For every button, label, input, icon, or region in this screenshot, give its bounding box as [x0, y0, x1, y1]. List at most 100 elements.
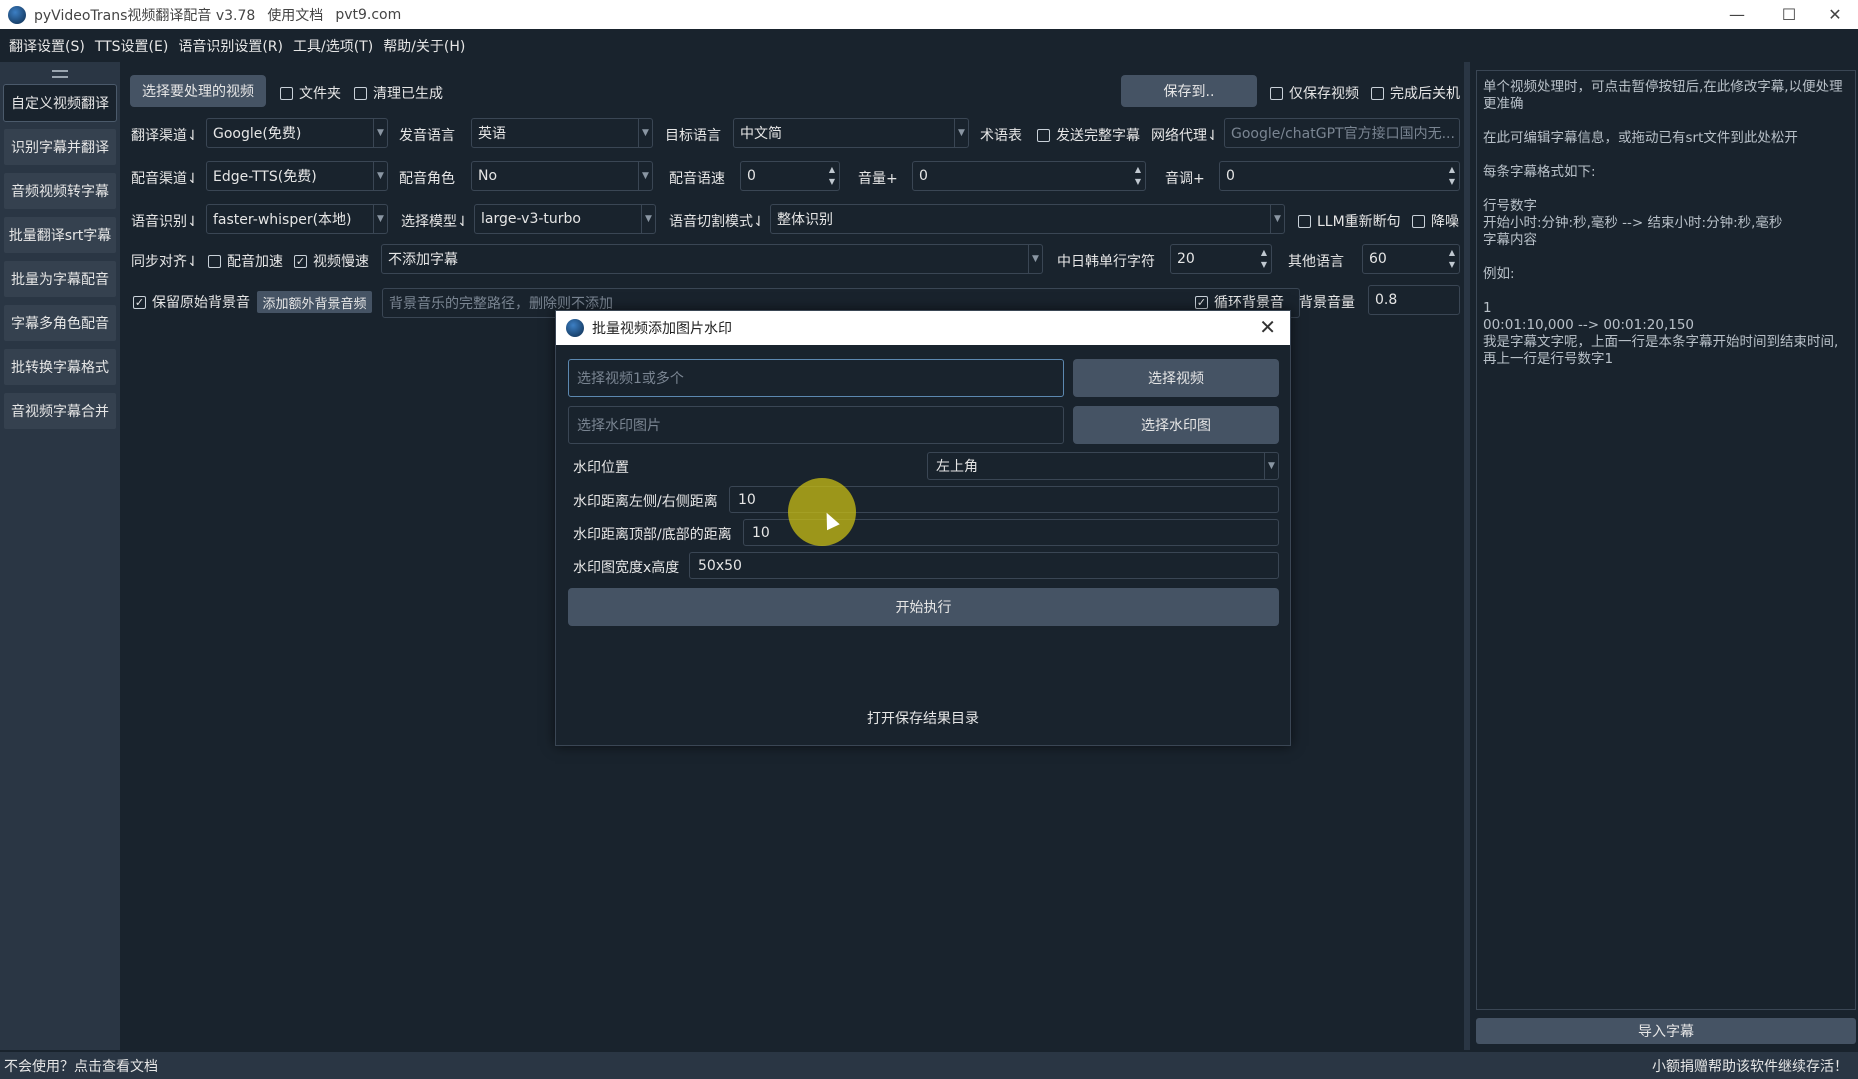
chevron-down-icon: ▼: [373, 162, 387, 190]
sync-align-label[interactable]: 同步对齐⇃: [131, 251, 199, 271]
checkbox-icon: [1371, 86, 1384, 100]
pitch-label: 音调+: [1165, 171, 1205, 187]
sidebar-item-recognize-translate[interactable]: 识别字幕并翻译: [3, 128, 117, 166]
keep-bg-checkbox[interactable]: ✓ 保留原始背景音: [133, 292, 250, 312]
cjk-chars-spinbox[interactable]: 20 ▲ ▼: [1170, 244, 1272, 274]
chevron-down-icon: ▼: [638, 119, 652, 147]
model-label[interactable]: 选择模型⇃: [401, 211, 469, 231]
size-label: 水印图宽度x高度: [573, 560, 680, 576]
menu-asr-settings[interactable]: 语音识别设置(R): [173, 36, 288, 56]
select-video-button[interactable]: 选择视频: [1073, 359, 1279, 397]
help-text: 1 00:01:10,000 --> 00:01:20,150 我是字幕文字呢，…: [1483, 300, 1839, 367]
subtitle-editor[interactable]: 单个视频处理时，可点击暂停按钮后,在此修改字幕,以便处理更准确 在此可编辑字幕信…: [1476, 70, 1856, 1010]
minimize-button[interactable]: —: [1714, 0, 1760, 29]
bg-volume-input[interactable]: 0.8: [1368, 285, 1460, 315]
chevron-down-icon: ▼: [373, 119, 387, 147]
spin-arrows-icon[interactable]: ▲ ▼: [1135, 164, 1141, 188]
sidebar-item-batch-srt-translate[interactable]: 批量翻译srt字幕: [3, 216, 117, 254]
volume-spinbox[interactable]: 0 ▲ ▼: [912, 161, 1146, 191]
close-window-button[interactable]: ✕: [1812, 0, 1858, 29]
other-lang-spinbox[interactable]: 60 ▲ ▼: [1362, 244, 1460, 274]
checkbox-icon: [1412, 214, 1425, 228]
splitter-handle[interactable]: [1460, 62, 1474, 1050]
only-save-video-checkbox[interactable]: 仅保存视频: [1270, 83, 1359, 103]
source-lang-label: 发音语言: [399, 128, 455, 144]
subtitle-panel: 单个视频处理时，可点击暂停按钮后,在此修改字幕,以便处理更准确 在此可编辑字幕信…: [1474, 62, 1858, 1050]
docs-link[interactable]: 使用文档: [267, 5, 323, 25]
speech-rate-spinbox[interactable]: 0 ▲ ▼: [740, 161, 840, 191]
watermark-image-input[interactable]: 选择水印图片: [568, 406, 1064, 444]
close-icon[interactable]: ✕: [1259, 315, 1276, 339]
loop-bg-checkbox[interactable]: ✓ 循环背景音: [1195, 292, 1284, 312]
split-mode-select[interactable]: 整体识别 ▼: [770, 204, 1285, 234]
send-full-subtitle-checkbox[interactable]: 发送完整字幕: [1037, 125, 1140, 145]
sidebar-item-custom-translate[interactable]: 自定义视频翻译: [3, 84, 117, 122]
menu-translate-settings[interactable]: 翻译设置(S): [4, 36, 90, 56]
drag-handle-icon[interactable]: [52, 70, 68, 78]
sidebar-item-convert-format[interactable]: 批转换字幕格式: [3, 348, 117, 386]
proxy-label[interactable]: 网络代理⇃: [1151, 125, 1219, 145]
spin-arrows-icon[interactable]: ▲ ▼: [1261, 247, 1267, 271]
app-logo-icon: [566, 319, 584, 337]
sidebar-item-av-to-subtitle[interactable]: 音频视频转字幕: [3, 172, 117, 210]
menu-tts-settings[interactable]: TTS设置(E): [90, 36, 174, 56]
split-mode-label[interactable]: 语音切割模式⇃: [669, 211, 765, 231]
save-to-button[interactable]: 保存到..: [1121, 75, 1257, 107]
video-slow-checkbox[interactable]: ✓ 视频慢速: [294, 251, 369, 271]
menu-tools[interactable]: 工具/选项(T): [288, 36, 378, 56]
tts-channel-label[interactable]: 配音渠道⇃: [131, 168, 199, 188]
checkbox-icon: [354, 86, 367, 100]
llm-resplit-checkbox[interactable]: LLM重新断句: [1298, 211, 1401, 231]
proxy-input[interactable]: Google/chatGPT官方接口国内无...: [1224, 118, 1460, 148]
site-link[interactable]: pvt9.com: [335, 7, 401, 23]
shutdown-after-checkbox[interactable]: 完成后关机: [1371, 83, 1460, 103]
open-output-dir-link[interactable]: 打开保存结果目录: [867, 708, 979, 728]
chevron-down-icon: ▼: [1028, 245, 1042, 273]
speech-rate-label: 配音语速: [669, 171, 725, 187]
start-button[interactable]: 开始执行: [568, 588, 1279, 626]
app-logo-icon: [8, 5, 26, 24]
position-select[interactable]: 左上角 ▼: [927, 452, 1279, 480]
donate-link[interactable]: 小额捐赠帮助该软件继续存活！: [1652, 1056, 1848, 1076]
target-lang-select[interactable]: 中文简 ▼: [733, 118, 969, 148]
folder-checkbox[interactable]: 文件夹: [280, 83, 341, 103]
video-files-input[interactable]: 选择视频1或多个: [568, 359, 1064, 397]
pitch-spinbox[interactable]: 0 ▲ ▼: [1219, 161, 1460, 191]
menu-help[interactable]: 帮助/关于(H): [378, 36, 470, 56]
source-lang-select[interactable]: 英语 ▼: [471, 118, 653, 148]
watermark-dialog: 批量视频添加图片水印 ✕ 选择视频1或多个 选择视频 选择水印图片 选择水印图 …: [555, 310, 1291, 746]
sidebar-item-multi-role-dubbing[interactable]: 字幕多角色配音: [3, 304, 117, 342]
sidebar: 自定义视频翻译 识别字幕并翻译 音频视频转字幕 批量翻译srt字幕 批量为字幕配…: [0, 62, 120, 1050]
denoise-checkbox[interactable]: 降噪: [1412, 211, 1459, 231]
select-video-button[interactable]: 选择要处理的视频: [130, 75, 266, 107]
spin-arrows-icon[interactable]: ▲ ▼: [1449, 164, 1455, 188]
sidebar-item-batch-dubbing[interactable]: 批量为字幕配音: [3, 260, 117, 298]
add-bg-audio-button[interactable]: 添加额外背景音频: [257, 291, 372, 313]
model-select[interactable]: large-v3-turbo ▼: [474, 204, 656, 234]
chevron-down-icon: ▼: [641, 205, 655, 233]
position-label: 水印位置: [573, 460, 629, 476]
asr-label[interactable]: 语音识别⇃: [131, 211, 199, 231]
spin-arrows-icon[interactable]: ▲ ▼: [829, 164, 835, 188]
trans-channel-label[interactable]: 翻译渠道⇃: [131, 125, 199, 145]
select-watermark-button[interactable]: 选择水印图: [1073, 406, 1279, 444]
sidebar-item-av-merge[interactable]: 音视频字幕合并: [3, 392, 117, 430]
help-docs-link[interactable]: 不会使用？点击查看文档: [4, 1056, 158, 1076]
dialog-title-bar: 批量视频添加图片水印 ✕: [556, 311, 1290, 345]
glossary-link[interactable]: 术语表: [980, 125, 1022, 145]
trans-channel-select[interactable]: Google(免费) ▼: [206, 118, 388, 148]
voice-role-select[interactable]: No ▼: [471, 161, 653, 191]
asr-select[interactable]: faster-whisper(本地) ▼: [206, 204, 388, 234]
checkbox-icon: [208, 254, 221, 268]
other-lang-label: 其他语言: [1288, 254, 1344, 270]
chevron-down-icon: ▼: [1270, 205, 1284, 233]
tts-channel-select[interactable]: Edge-TTS(免费) ▼: [206, 161, 388, 191]
subtitle-mode-select[interactable]: 不添加字幕 ▼: [381, 244, 1043, 274]
import-subtitle-button[interactable]: 导入字幕: [1476, 1018, 1856, 1044]
clear-generated-checkbox[interactable]: 清理已生成: [354, 83, 443, 103]
tts-speedup-checkbox[interactable]: 配音加速: [208, 251, 283, 271]
spin-arrows-icon[interactable]: ▲ ▼: [1449, 247, 1455, 271]
maximize-button[interactable]: ☐: [1766, 0, 1812, 29]
checkbox-icon: [1037, 128, 1050, 142]
size-input[interactable]: 50x50: [689, 552, 1279, 579]
